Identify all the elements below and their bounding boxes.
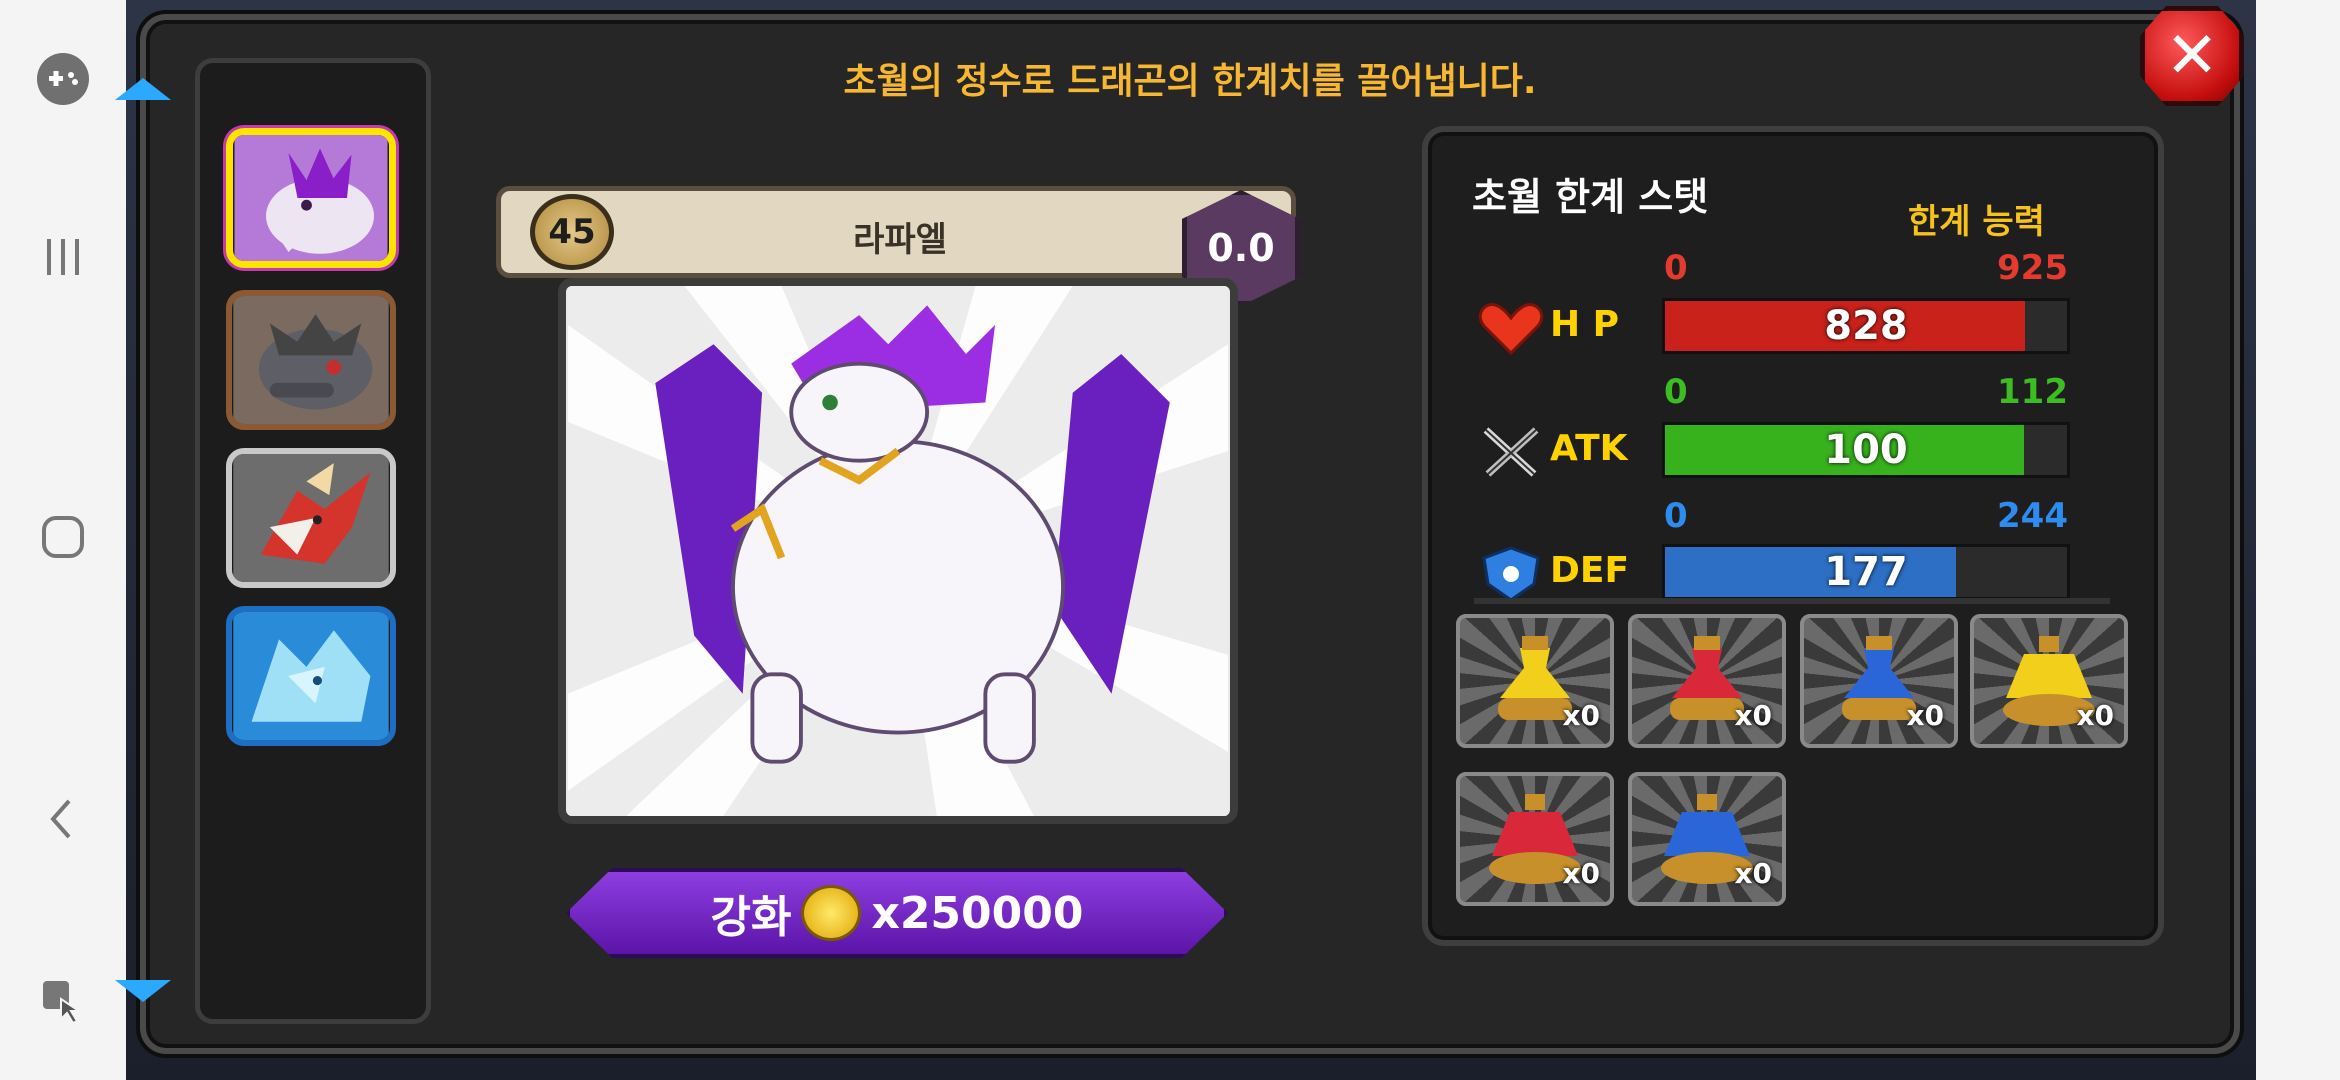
potion-slot[interactable]: x0 [1628, 614, 1786, 748]
heart-icon [1478, 303, 1544, 356]
scroll-down-arrow-icon[interactable] [115, 980, 171, 1002]
recent-apps-icon[interactable] [28, 222, 98, 292]
stat-max-hp: 925 [1997, 248, 2068, 288]
potion-count: x0 [2076, 699, 2114, 732]
enhance-label: 강화 [710, 892, 792, 943]
potion-count: x0 [1734, 699, 1772, 732]
potion-slot[interactable]: x0 [1456, 614, 1614, 748]
purple-dragon-thumbnail [234, 135, 388, 261]
close-button[interactable]: ✕ [2140, 6, 2244, 106]
dragon-list-item[interactable] [226, 290, 396, 430]
close-icon: ✕ [2165, 19, 2219, 93]
stat-min-def: 0 [1664, 496, 1688, 536]
stat-bar-hp: 828 [1662, 298, 2070, 354]
stat-min-hp: 0 [1664, 248, 1688, 288]
system-nav-rail [0, 0, 126, 1080]
potion-slot[interactable]: x0 [1456, 772, 1614, 906]
stat-name-hp: H P [1550, 304, 1620, 345]
stat-value-hp: 828 [1824, 303, 1908, 349]
game-tools-icon[interactable] [28, 44, 98, 114]
potion-slot[interactable]: x0 [1628, 772, 1786, 906]
back-icon[interactable] [28, 784, 98, 854]
crossed-swords-icon [1483, 427, 1539, 477]
shield-icon [1482, 546, 1540, 602]
stat-bar-atk: 100 [1662, 422, 2070, 478]
dragon-list-item-selected[interactable] [226, 128, 396, 268]
stat-name-def: DEF [1550, 550, 1630, 591]
dragon-list-item[interactable] [226, 606, 396, 746]
dragon-list-item[interactable] [226, 448, 396, 588]
potion-count: x0 [1562, 857, 1600, 890]
stat-value-def: 177 [1824, 549, 1908, 595]
dragon-portrait [558, 278, 1238, 824]
stat-name-atk: ATK [1550, 428, 1628, 469]
stat-max-atk: 112 [1997, 372, 2068, 412]
touch-lock-icon[interactable] [28, 964, 98, 1034]
potion-count: x0 [1562, 699, 1600, 732]
potion-slot[interactable]: x0 [1800, 614, 1958, 748]
enhance-cost: x250000 [871, 887, 1084, 939]
potion-count: x0 [1906, 699, 1944, 732]
stat-bar-def: 177 [1662, 544, 2070, 600]
panel-title: 초월의 정수로 드래곤의 한계치를 끌어냅니다. [843, 61, 1537, 102]
level-badge: 45 [530, 194, 614, 270]
ice-dragon-thumbnail [233, 612, 389, 740]
home-icon[interactable] [28, 502, 98, 572]
dragon-name: 라파엘 [853, 220, 947, 260]
potion-slot[interactable]: x0 [1970, 614, 2128, 748]
limit-ability-label: 한계 능력 [1908, 202, 2045, 242]
stats-divider [1474, 598, 2110, 604]
potion-count: x0 [1734, 857, 1772, 890]
stat-value-atk: 100 [1824, 427, 1908, 473]
stats-title: 초월 한계 스탯 [1472, 175, 1709, 219]
scroll-up-arrow-icon[interactable] [115, 78, 171, 100]
gold-coin-icon [801, 885, 862, 941]
screen-edge [2256, 0, 2340, 1080]
dragon-illustration [567, 286, 1229, 816]
gray-dragon-thumbnail [233, 296, 389, 424]
enhance-button[interactable]: 강화 x250000 [566, 868, 1228, 958]
stat-min-atk: 0 [1664, 372, 1688, 412]
stat-max-def: 244 [1997, 496, 2068, 536]
red-dragon-thumbnail [233, 454, 389, 582]
